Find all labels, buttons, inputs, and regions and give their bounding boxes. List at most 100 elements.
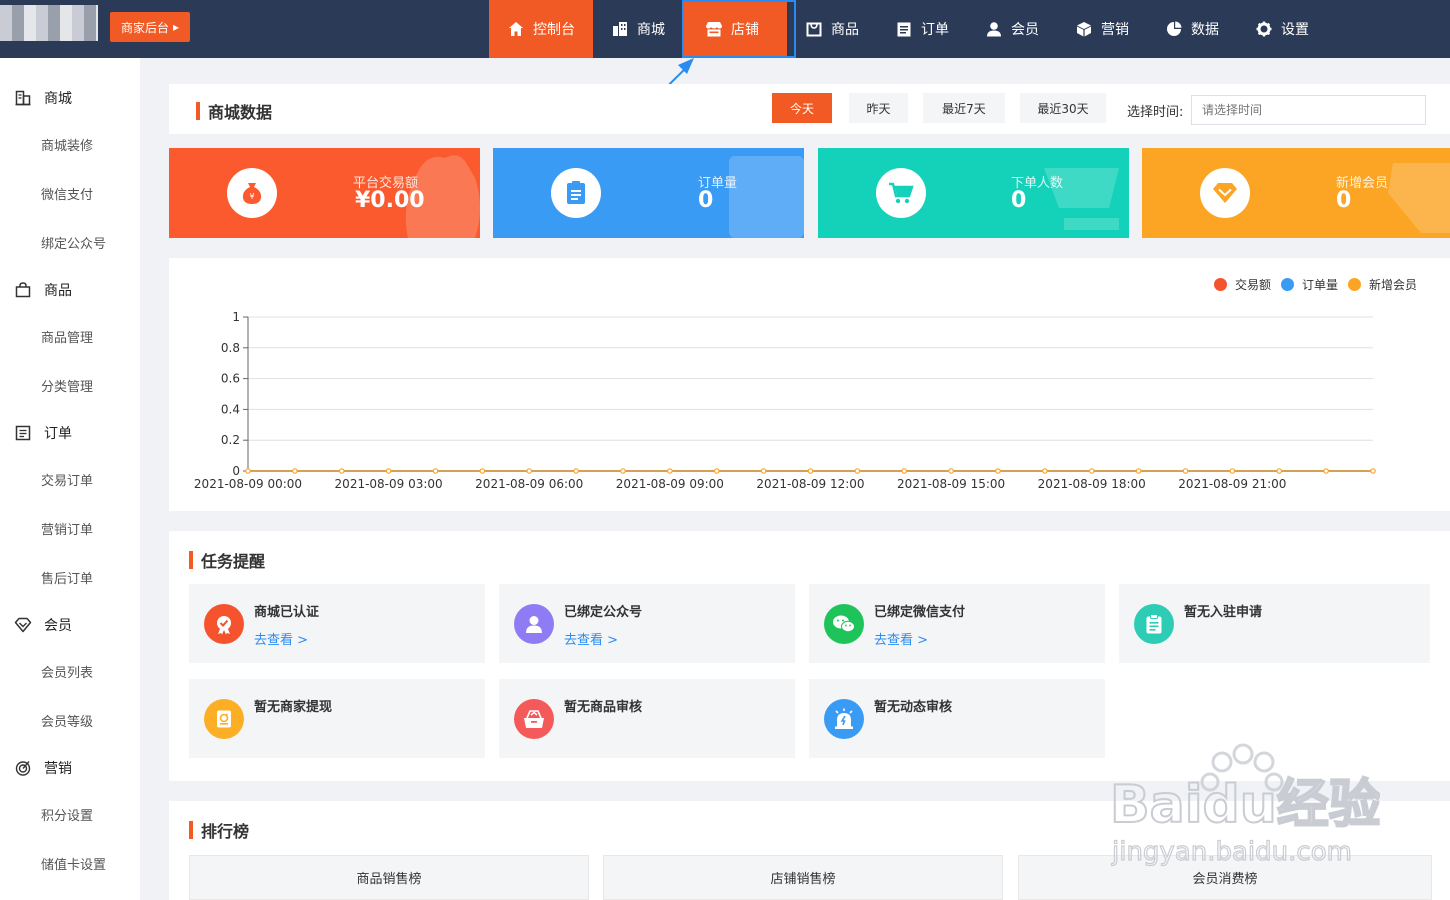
gear-icon: [1255, 20, 1273, 38]
product-icon: [805, 20, 823, 38]
title-accent-bar: [189, 551, 193, 569]
time-select-label: 选择时间:: [1127, 105, 1184, 120]
nav-item-data[interactable]: 数据: [1147, 0, 1237, 58]
sidebar-group-label: 商城: [44, 91, 72, 107]
task-card-settlement-applications[interactable]: 暂无入驻申请: [1119, 584, 1430, 663]
sidebar-item-member-list[interactable]: 会员列表: [41, 662, 93, 681]
sidebar-group-members[interactable]: 会员: [0, 610, 140, 640]
data-point: [1323, 468, 1329, 474]
nav-label: 控制台: [533, 22, 575, 38]
nav-item-mall[interactable]: 商城: [593, 0, 683, 58]
sidebar-item-stored-value-card-settings[interactable]: 储值卡设置: [41, 854, 106, 873]
x-tick-label: 2021-08-09 21:00: [1178, 477, 1286, 491]
sidebar-item-trade-orders[interactable]: 交易订单: [41, 470, 93, 489]
clipboard-icon: [1134, 604, 1174, 644]
stat-value: 0: [698, 188, 714, 213]
nav-item-dashboard[interactable]: 控制台: [489, 0, 593, 58]
top-navbar: 商家后台 ▸ 控制台 商城 店铺 商品 订单 会员 营销 数据 设置: [0, 0, 1450, 58]
merchant-backend-button[interactable]: 商家后台 ▸: [110, 12, 190, 42]
filter-last7days-button[interactable]: 最近7天: [923, 93, 1005, 123]
sidebar-group-products[interactable]: 商品: [0, 275, 140, 305]
list-icon: [14, 424, 32, 442]
sidebar-item-points-settings[interactable]: 积分设置: [41, 805, 93, 824]
diamond-icon: [14, 616, 32, 634]
task-title: 暂无商家提现: [254, 700, 333, 715]
y-tick-label: 0.4: [221, 402, 240, 416]
cart-deco-icon: [1044, 168, 1119, 230]
order-icon: [895, 20, 913, 38]
nav-label: 商品: [831, 22, 859, 38]
x-tick-label: 2021-08-09 15:00: [897, 477, 1005, 491]
tab-member-spending-ranking[interactable]: 会员消费榜: [1018, 855, 1432, 900]
clipboard-icon: [551, 168, 601, 218]
sidebar-group-mall[interactable]: 商城: [0, 83, 140, 113]
building-icon: [611, 20, 629, 38]
task-card-official-account[interactable]: 已绑定公众号 去查看 >: [499, 584, 795, 663]
sidebar-item-marketing-orders[interactable]: 营销订单: [41, 519, 93, 538]
task-title: 已绑定微信支付: [874, 605, 966, 620]
data-point: [432, 468, 439, 474]
data-point: [385, 468, 392, 474]
nav-item-marketing[interactable]: 营销: [1057, 0, 1147, 58]
time-select-input[interactable]: [1191, 95, 1426, 125]
nav-item-store[interactable]: 店铺: [683, 0, 787, 58]
data-point: [1182, 468, 1189, 474]
task-view-link[interactable]: 去查看 >: [564, 629, 618, 648]
task-view-link[interactable]: 去查看 >: [254, 629, 308, 648]
y-tick-label: 0.8: [221, 341, 240, 355]
sidebar-group-label: 商品: [44, 283, 72, 299]
nav-label: 设置: [1281, 22, 1309, 38]
task-view-link[interactable]: 去查看 >: [874, 629, 928, 648]
filter-yesterday-button[interactable]: 昨天: [849, 93, 908, 123]
task-card-wechat-pay[interactable]: 已绑定微信支付 去查看 >: [809, 584, 1105, 663]
y-tick-label: 0.6: [221, 372, 240, 386]
alarm-icon: [824, 699, 864, 739]
mall-data-title: 商城数据: [196, 99, 272, 123]
tab-store-sales-ranking[interactable]: 店铺销售榜: [603, 855, 1003, 900]
stat-value: 0: [1336, 188, 1352, 213]
sidebar-item-member-level[interactable]: 会员等级: [41, 711, 93, 730]
sidebar-group-marketing[interactable]: 营销: [0, 753, 140, 783]
line-chart: 0 0.2 0.4 0.6 0.8 1 2021-08-09 00:00 2021-08-09…: [194, 310, 1376, 491]
badge-icon: [204, 604, 244, 644]
filter-last30days-button[interactable]: 最近30天: [1020, 93, 1106, 123]
stat-value: ¥0.00: [355, 188, 425, 213]
nav-item-members[interactable]: 会员: [967, 0, 1057, 58]
user-icon: [985, 20, 1003, 38]
x-tick-label: 2021-08-09 12:00: [756, 477, 864, 491]
data-point: [1088, 468, 1095, 474]
task-reminder-title: 任务提醒: [189, 548, 265, 572]
data-point: [995, 468, 1001, 474]
sidebar-group-orders[interactable]: 订单: [0, 418, 140, 448]
tab-product-sales-ranking[interactable]: 商品销售榜: [189, 855, 589, 900]
task-card-product-review[interactable]: 暂无商品审核: [499, 679, 795, 758]
nav-label: 订单: [921, 22, 949, 38]
stat-value: 0: [1011, 188, 1027, 213]
merchant-backend-label: 商家后台: [120, 20, 169, 35]
data-point: [760, 468, 767, 474]
nav-item-products[interactable]: 商品: [787, 0, 877, 58]
y-tick-label: 0.2: [221, 433, 240, 447]
nav-item-settings[interactable]: 设置: [1237, 0, 1327, 58]
task-card-mall-verified[interactable]: 商城已认证 去查看 >: [189, 584, 485, 663]
sidebar-item-mall-decoration[interactable]: 商城装修: [41, 135, 93, 154]
sidebar-item-product-management[interactable]: 商品管理: [41, 327, 93, 346]
sidebar-item-after-sale-orders[interactable]: 售后订单: [41, 568, 93, 587]
task-card-merchant-withdrawals[interactable]: 暂无商家提现: [189, 679, 485, 758]
sidebar-item-bind-official-account[interactable]: 绑定公众号: [41, 233, 106, 252]
stat-card-new-members: 新增会员 0: [1142, 148, 1450, 238]
nav-item-orders[interactable]: 订单: [877, 0, 967, 58]
bag-icon: [14, 281, 32, 299]
data-point: [854, 468, 861, 474]
task-card-post-review[interactable]: 暂无动态审核: [809, 679, 1105, 758]
nav-label: 会员: [1011, 22, 1039, 38]
data-point: [1370, 468, 1376, 474]
data-point: [667, 468, 673, 474]
gem-deco-icon: [1388, 163, 1450, 233]
gem-icon: [1200, 168, 1250, 218]
sidebar-item-category-management[interactable]: 分类管理: [41, 376, 93, 395]
x-tick-label: 2021-08-09 03:00: [335, 477, 443, 491]
filter-today-button[interactable]: 今天: [772, 93, 832, 123]
data-point: [713, 468, 720, 474]
sidebar-item-wechat-pay[interactable]: 微信支付: [41, 184, 93, 203]
